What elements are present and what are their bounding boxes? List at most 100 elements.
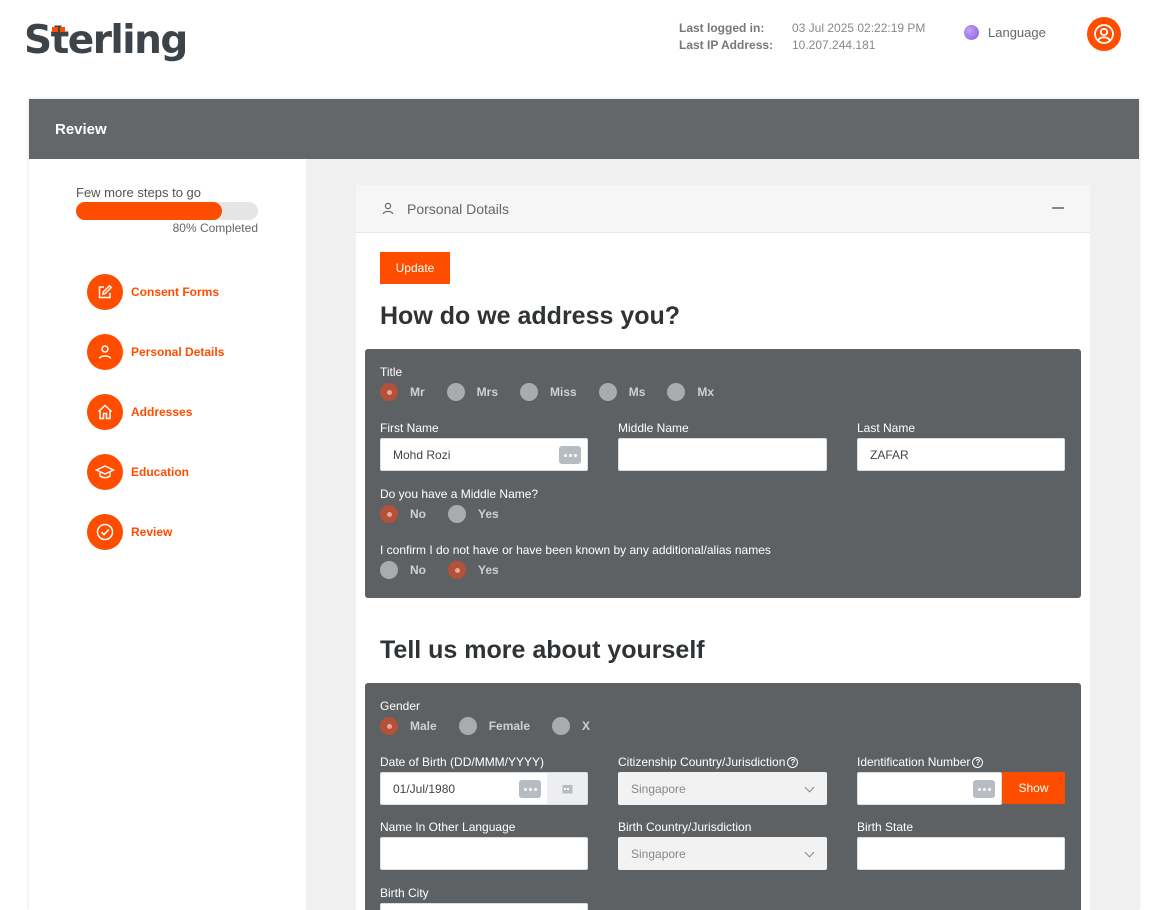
- first-name-label: First Name: [380, 421, 439, 435]
- step-consent-forms[interactable]: Consent Forms: [87, 274, 219, 310]
- first-name-value: Mohd Rozi: [393, 447, 451, 462]
- radio[interactable]: [380, 505, 398, 523]
- other-language-name-label: Name In Other Language: [380, 820, 516, 834]
- title-option-mr[interactable]: Mr: [380, 383, 425, 401]
- step-label: Addresses: [131, 405, 193, 419]
- last-logged-label: Last logged in:: [679, 21, 765, 35]
- about-form-box: Gender Male Female X Date of Birth (DD/M…: [365, 683, 1081, 910]
- dob-field[interactable]: 01/Jul/1980: [380, 772, 588, 805]
- sterling-logo[interactable]: Sterling: [24, 18, 188, 63]
- radio[interactable]: [520, 383, 539, 401]
- step-addresses[interactable]: Addresses: [87, 394, 192, 430]
- page-title: Review: [29, 99, 1139, 159]
- home-icon: [87, 394, 123, 430]
- birth-city-label: Birth City: [380, 886, 429, 900]
- id-number-label: Identification Number?: [857, 755, 984, 769]
- last-logged-value: 03 Jul 2025 02:22:19 PM: [792, 21, 926, 35]
- calendar-icon[interactable]: [547, 773, 587, 804]
- middle-name-label: Middle Name: [618, 421, 689, 435]
- collapse-icon[interactable]: [1052, 207, 1064, 209]
- last-name-label: Last Name: [857, 421, 916, 435]
- alias-confirm-label: I confirm I do not have or have been kno…: [380, 543, 771, 557]
- step-review[interactable]: Review: [87, 514, 172, 550]
- title-label: Title: [380, 365, 403, 379]
- alias-radio-group: No Yes: [380, 561, 521, 579]
- radio[interactable]: [446, 383, 465, 401]
- gender-radio-group: Male Female X: [380, 717, 612, 735]
- birth-city-field[interactable]: [380, 903, 588, 910]
- has-middle-option-no[interactable]: No: [380, 505, 426, 523]
- birth-country-label: Birth Country/Jurisdiction: [618, 820, 752, 834]
- radio[interactable]: [380, 717, 398, 735]
- gender-option-female[interactable]: Female: [458, 717, 530, 735]
- panel-header[interactable]: Porsonal Dotails: [356, 185, 1090, 233]
- radio[interactable]: [448, 505, 466, 523]
- radio[interactable]: [448, 561, 466, 579]
- last-ip-value: 10.207.244.181: [792, 38, 876, 52]
- has-middle-option-yes[interactable]: Yes: [448, 505, 499, 523]
- password-manager-icon[interactable]: [973, 780, 995, 798]
- update-button[interactable]: Update: [380, 252, 450, 284]
- progress-text: 80% Completed: [172, 221, 258, 235]
- radio[interactable]: [598, 383, 617, 401]
- gender-option-x[interactable]: X: [552, 717, 590, 735]
- citizenship-label: Citizenship Country/Jurisdiction?: [618, 755, 799, 769]
- language-label: Language: [988, 25, 1046, 40]
- user-menu-button[interactable]: [1087, 17, 1121, 51]
- main-frame: Review Few more steps to go 80% Complete…: [29, 99, 1139, 910]
- birth-state-label: Birth State: [857, 820, 914, 834]
- progress-bar: [76, 202, 258, 220]
- radio[interactable]: [552, 717, 571, 735]
- last-name-value: ZAFAR: [870, 447, 909, 462]
- first-name-field[interactable]: Mohd Rozi: [380, 438, 588, 471]
- id-number-field[interactable]: [857, 772, 1002, 805]
- password-manager-icon[interactable]: [559, 446, 581, 464]
- title-option-ms[interactable]: Ms: [598, 383, 645, 401]
- step-education[interactable]: Education: [87, 454, 189, 490]
- title-option-mx[interactable]: Mx: [667, 383, 714, 401]
- middle-name-field[interactable]: [618, 438, 827, 471]
- step-label: Consent Forms: [131, 285, 220, 299]
- check-circle-icon: [87, 514, 123, 550]
- citizenship-value: Singapore: [631, 781, 686, 796]
- birth-country-value: Singapore: [631, 846, 686, 861]
- show-id-button[interactable]: Show: [1002, 772, 1065, 804]
- has-middle-name-radio-group: No Yes: [380, 505, 521, 523]
- title-option-miss[interactable]: Miss: [520, 383, 577, 401]
- birth-state-field[interactable]: [857, 837, 1065, 870]
- language-selector[interactable]: Language: [964, 25, 1046, 40]
- personal-details-panel: Porsonal Dotails Update How do we addres…: [356, 185, 1090, 910]
- has-middle-name-label: Do you have a Middle Name?: [380, 487, 539, 501]
- password-manager-icon[interactable]: [519, 780, 541, 798]
- user-icon: [382, 202, 394, 215]
- title-option-mrs[interactable]: Mrs: [446, 383, 498, 401]
- section-heading-about: Tell us more about yourself: [380, 636, 705, 664]
- step-personal-details[interactable]: Personal Details: [87, 334, 224, 370]
- title-radio-group: Mr Mrs Miss Ms Mx: [380, 383, 736, 401]
- alias-option-no[interactable]: No: [380, 561, 426, 579]
- progress-label: Few more steps to go: [76, 185, 201, 200]
- help-icon[interactable]: ?: [972, 757, 984, 768]
- globe-icon: [964, 25, 979, 40]
- birth-country-select[interactable]: Singapore: [618, 837, 827, 870]
- step-label: Review: [131, 525, 173, 539]
- radio[interactable]: [380, 561, 398, 579]
- graduation-cap-icon: [87, 454, 123, 490]
- citizenship-select[interactable]: Singapore: [618, 772, 827, 805]
- gender-option-male[interactable]: Male: [380, 717, 437, 735]
- gender-label: Gender: [380, 699, 421, 713]
- dob-label: Date of Birth (DD/MMM/YYYY): [380, 755, 545, 769]
- top-bar: Sterling Last logged in: 03 Jul 2025 02:…: [0, 0, 1170, 96]
- name-form-box: Title Mr Mrs Miss Ms Mx First Name Mohd …: [365, 349, 1081, 598]
- radio[interactable]: [667, 383, 686, 401]
- other-language-name-field[interactable]: [380, 837, 588, 870]
- help-icon[interactable]: ?: [787, 757, 799, 768]
- chevron-down-icon: [804, 847, 815, 858]
- last-name-field[interactable]: ZAFAR: [857, 438, 1065, 471]
- alias-option-yes[interactable]: Yes: [448, 561, 499, 579]
- radio[interactable]: [380, 383, 398, 401]
- panel-title: Porsonal Dotails: [407, 200, 509, 217]
- radio[interactable]: [458, 717, 477, 735]
- login-info: Last logged in: 03 Jul 2025 02:22:19 PM …: [679, 20, 925, 54]
- progress-bar-fill: [76, 202, 222, 220]
